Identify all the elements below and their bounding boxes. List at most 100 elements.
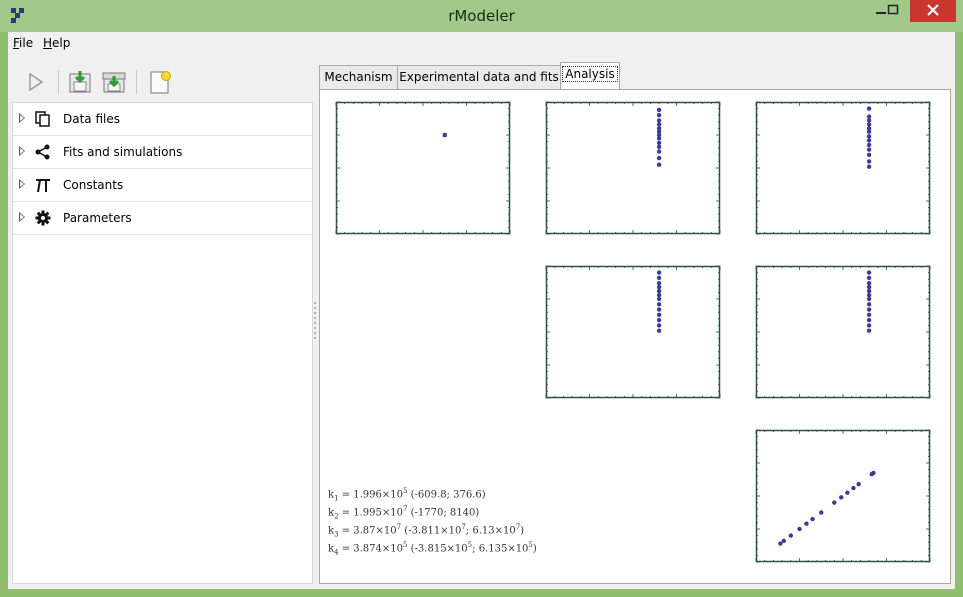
data-point [832, 500, 837, 505]
expand-arrow-icon[interactable] [19, 179, 25, 189]
import-button[interactable] [66, 68, 94, 96]
data-point [866, 138, 872, 143]
scatter-plot-canvas [755, 101, 931, 235]
data-point [797, 526, 802, 532]
tree-item-fits-and-simulations[interactable]: Fits and simulations [13, 136, 312, 169]
data-point [866, 280, 872, 286]
toolbar-separator [136, 70, 137, 94]
data-point [866, 118, 872, 123]
equation-k1: k1 = 1.996×105 (-609.8; 376.6) [328, 487, 486, 503]
close-button[interactable] [910, 0, 956, 22]
scatter-plot-5 [748, 262, 934, 410]
data-point [866, 275, 872, 281]
data-point [866, 134, 872, 139]
title-bar[interactable]: rModeler [0, 0, 963, 32]
menu-help-rest: elp [52, 36, 71, 50]
scatter-plot-canvas [755, 429, 931, 563]
data-point [442, 133, 447, 137]
equation-k4: k4 = 3.874×105 (-3.815×105; 6.135×105) [328, 541, 537, 557]
data-point [656, 122, 662, 127]
menu-help-mnemonic: H [43, 36, 53, 50]
data-point [656, 118, 662, 123]
scatter-plot-canvas [335, 101, 511, 235]
toolbar-separator [58, 70, 59, 94]
data-point [866, 323, 872, 328]
data-point [778, 541, 783, 546]
data-point [656, 275, 662, 281]
new-document-button[interactable] [146, 68, 174, 96]
data-point [866, 159, 872, 164]
data-point [656, 307, 662, 312]
data-point [819, 510, 824, 515]
data-point [656, 149, 662, 154]
tree-item-constants[interactable]: Constants [13, 169, 312, 202]
tab-experimental-data[interactable]: Experimental data and fits [397, 65, 561, 89]
data-point [656, 312, 662, 318]
data-point [866, 142, 872, 148]
scatter-plot-3 [748, 98, 934, 246]
equation-k2: k2 = 1.995×107 (-1770; 8140) [328, 505, 480, 521]
tab-label: Mechanism [324, 70, 393, 84]
client-area: File Help Data files Fits and simulation… [8, 32, 955, 589]
scatter-plot-canvas [545, 265, 721, 399]
menu-file[interactable]: File [13, 36, 33, 50]
data-point [866, 284, 872, 290]
expand-arrow-icon[interactable] [19, 113, 25, 123]
tree-item-label: Parameters [63, 211, 132, 225]
data-point [656, 292, 662, 298]
expand-arrow-icon[interactable] [19, 212, 25, 222]
tab-mechanism[interactable]: Mechanism [319, 65, 398, 89]
play-icon [29, 72, 44, 92]
copy-files-icon [35, 111, 50, 127]
data-point [656, 296, 662, 302]
data-point [866, 106, 872, 111]
data-point [656, 323, 662, 328]
new-document-icon [150, 71, 171, 94]
tree-item-data-files[interactable]: Data files [13, 103, 312, 136]
data-point [656, 126, 662, 131]
data-point [788, 533, 793, 538]
window-title: rModeler [448, 7, 515, 25]
tree-item-label: Data files [63, 112, 120, 126]
data-point [866, 126, 872, 131]
panel-splitter[interactable] [314, 302, 317, 342]
app-window: rModeler File Help Data files Fits and s… [0, 0, 963, 597]
data-point [656, 113, 662, 118]
data-point [656, 107, 662, 113]
data-point [866, 307, 872, 312]
tree-item-parameters[interactable]: Parameters [13, 202, 312, 235]
run-button[interactable] [22, 68, 50, 96]
data-point [656, 284, 662, 290]
export-button[interactable] [100, 68, 128, 96]
expand-arrow-icon[interactable] [19, 146, 25, 156]
data-point [656, 280, 662, 286]
data-point [810, 516, 815, 522]
menu-help[interactable]: Help [43, 36, 70, 50]
data-point [866, 317, 872, 323]
data-point [656, 140, 662, 146]
data-point [866, 147, 872, 152]
data-point [866, 296, 872, 302]
scatter-plot-6 [748, 426, 934, 574]
toolbar [8, 64, 318, 100]
plot-frame [755, 101, 931, 235]
data-point [866, 152, 872, 157]
data-point [656, 288, 662, 294]
menu-bar: File Help [8, 32, 955, 54]
equation-k3: k3 = 3.87×107 (-3.811×107; 6.13×107) [328, 523, 525, 539]
plot-frame [545, 265, 721, 399]
data-point [656, 302, 662, 307]
data-point [866, 114, 872, 119]
scatter-plot-canvas [755, 265, 931, 399]
export-icon [102, 72, 126, 93]
data-point [866, 302, 872, 307]
data-point [851, 485, 856, 491]
data-point [845, 490, 850, 495]
data-point [656, 317, 662, 323]
maximize-button[interactable] [880, 0, 906, 22]
scatter-plot-1 [328, 98, 514, 246]
tab-label: Analysis [562, 66, 618, 82]
tab-analysis[interactable]: Analysis [560, 62, 620, 90]
plot-frame [545, 101, 721, 235]
data-point [871, 470, 876, 476]
